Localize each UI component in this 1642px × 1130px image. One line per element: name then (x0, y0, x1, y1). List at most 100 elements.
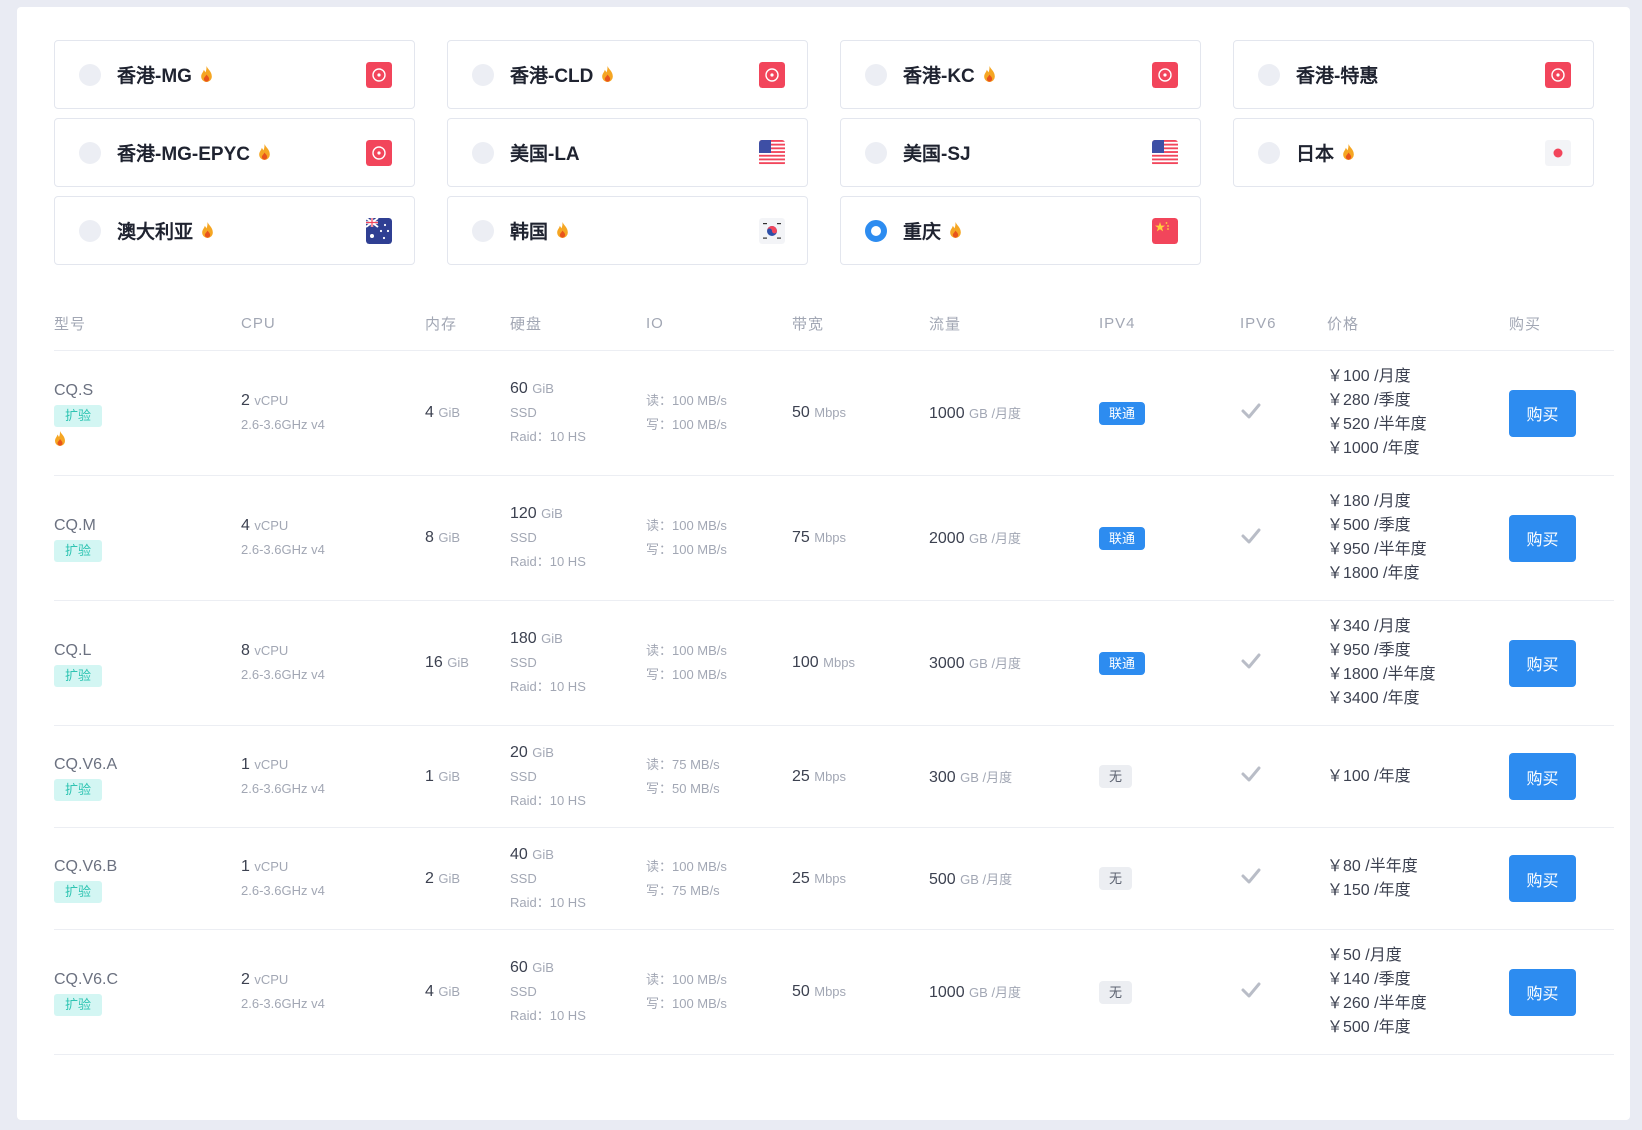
cpu-line: 4 vCPU (241, 514, 425, 538)
cell-cpu: 4 vCPU 2.6-3.6GHz v4 (241, 514, 425, 562)
cell-traffic: 1000 GB /月度 (929, 982, 1099, 1002)
cell-model: CQ.V6.A 扩验 (54, 753, 241, 801)
cell-cpu: 2 vCPU 2.6-3.6GHz v4 (241, 389, 425, 437)
memory-unit: GiB (438, 530, 461, 545)
bandwidth-value: 75 (792, 529, 810, 546)
region-option-us[interactable]: 美国-SJ (840, 118, 1201, 187)
header-cpu: CPU (241, 315, 276, 332)
cell-buy: 购买 (1509, 753, 1614, 800)
flag-us-icon (759, 139, 785, 166)
radio-button[interactable] (472, 141, 494, 164)
region-option-hk[interactable]: 香港-特惠 (1233, 40, 1594, 109)
plan-tag: 扩验 (54, 778, 103, 801)
memory-value: 8 (425, 529, 434, 546)
region-option-hk[interactable]: 香港-CLD (447, 40, 808, 109)
table-row: CQ.V6.C 扩验 2 vCPU 2.6-3.6GHz v4 4 GiB 60 GiB S… (54, 930, 1614, 1055)
region-name: 香港-CLD (510, 66, 594, 87)
flag-hk-icon (366, 61, 392, 88)
table-body: CQ.S 扩验 2 vCPU 2.6-3.6GHz v4 4 GiB 60 GiB SSD R… (54, 351, 1614, 1055)
cell-memory: 8 GiB (425, 529, 510, 547)
cpu-frequency: 2.6-3.6GHz v4 (241, 417, 325, 432)
radio-button[interactable] (472, 63, 494, 86)
traffic-value: 1000 (929, 984, 965, 1001)
cell-disk: 40 GiB SSD Raid：10 HS (510, 843, 646, 915)
price-option: ￥1000 /年度 (1327, 440, 1420, 457)
disk-raid: Raid：10 HS (510, 679, 586, 694)
buy-button[interactable]: 购买 (1509, 389, 1576, 437)
region-name: 香港-MG (117, 66, 192, 87)
disk-size: 40 (510, 845, 528, 863)
buy-button[interactable]: 购买 (1509, 855, 1576, 902)
buy-button[interactable]: 购买 (1509, 514, 1576, 562)
radio-button[interactable] (1258, 63, 1280, 86)
radio-button[interactable] (865, 141, 887, 164)
flag-hk-icon (1152, 61, 1178, 88)
cpu-count: 2 (241, 392, 250, 409)
region-option-cn[interactable]: 重庆 (840, 196, 1201, 265)
io-read: 读：100 MB/s (646, 518, 727, 533)
disk-raid: Raid：10 HS (510, 554, 586, 569)
radio-button[interactable] (472, 219, 494, 242)
buy-button[interactable]: 购买 (1509, 639, 1576, 687)
disk-unit: GiB (532, 846, 554, 862)
disk-type: SSD (510, 530, 537, 545)
price-option: ￥150 /年度 (1327, 881, 1411, 899)
region-option-hk[interactable]: 香港-KC (840, 40, 1201, 109)
radio-button[interactable] (865, 219, 887, 242)
memory-value: 16 (425, 654, 443, 671)
traffic-unit: GB /月度 (969, 531, 1022, 546)
buy-button[interactable]: 购买 (1509, 753, 1576, 800)
memory-unit: GiB (438, 405, 461, 420)
cell-traffic: 300 GB /月度 (929, 767, 1099, 787)
region-option-au[interactable]: 澳大利亚 (54, 196, 415, 265)
flag-au-icon (366, 217, 392, 244)
cell-ipv4: 无 (1099, 980, 1240, 1004)
price-option: ￥260 /半年度 (1327, 995, 1427, 1012)
price-option: ￥3400 /年度 (1327, 690, 1420, 707)
cpu-count: 1 (241, 755, 250, 773)
fire-icon (54, 431, 66, 447)
io-write: 写：50 MB/s (646, 780, 720, 796)
flag-jp-icon (1545, 139, 1571, 166)
ipv4-badge: 无 (1099, 765, 1133, 788)
disk-size: 60 (510, 380, 528, 397)
cell-io: 读：75 MB/s 写：50 MB/s (646, 753, 792, 801)
radio-button[interactable] (79, 141, 101, 164)
table-row: CQ.L 扩验 8 vCPU 2.6-3.6GHz v4 16 GiB 180 GiB SS… (54, 601, 1614, 726)
radio-button[interactable] (79, 63, 101, 86)
fire-icon (1342, 144, 1355, 161)
header-bandwidth: 带宽 (792, 316, 825, 333)
header-buy: 购买 (1509, 316, 1542, 333)
flag-us-icon (1152, 139, 1178, 166)
cell-memory: 4 GiB (425, 404, 510, 422)
disk-type: SSD (510, 405, 537, 420)
disk-size-line: 60 GiB (510, 956, 646, 980)
plan-tag: 扩验 (54, 405, 103, 427)
plan-tag: 扩验 (54, 994, 103, 1016)
bandwidth-value: 50 (792, 983, 810, 1000)
region-option-us[interactable]: 美国-LA (447, 118, 808, 187)
region-option-jp[interactable]: 日本 (1233, 118, 1594, 187)
disk-unit: GiB (541, 631, 563, 646)
radio-button[interactable] (79, 219, 101, 242)
radio-button[interactable] (1258, 141, 1280, 164)
disk-size-line: 120 GiB (510, 502, 646, 526)
cell-traffic: 2000 GB /月度 (929, 528, 1099, 548)
cell-model: CQ.V6.B 扩验 (54, 855, 241, 903)
region-name: 香港-KC (903, 66, 975, 87)
region-option-hk[interactable]: 香港-MG (54, 40, 415, 109)
fire-icon (601, 66, 614, 83)
radio-button[interactable] (865, 63, 887, 86)
buy-button[interactable]: 购买 (1509, 968, 1576, 1016)
fire-icon (949, 222, 962, 239)
disk-unit: GiB (532, 960, 554, 975)
ipv4-badge: 联通 (1099, 401, 1146, 425)
cell-disk: 60 GiB SSD Raid：10 HS (510, 956, 646, 1028)
region-option-hk[interactable]: 香港-MG-EPYC (54, 118, 415, 187)
io-read: 读：100 MB/s (646, 972, 727, 987)
region-option-kr[interactable]: 韩国 (447, 196, 808, 265)
traffic-value: 500 (929, 870, 956, 888)
traffic-unit: GB /月度 (969, 406, 1022, 421)
cell-buy: 购买 (1509, 968, 1614, 1016)
price-option: ￥50 /月度 (1327, 947, 1402, 964)
